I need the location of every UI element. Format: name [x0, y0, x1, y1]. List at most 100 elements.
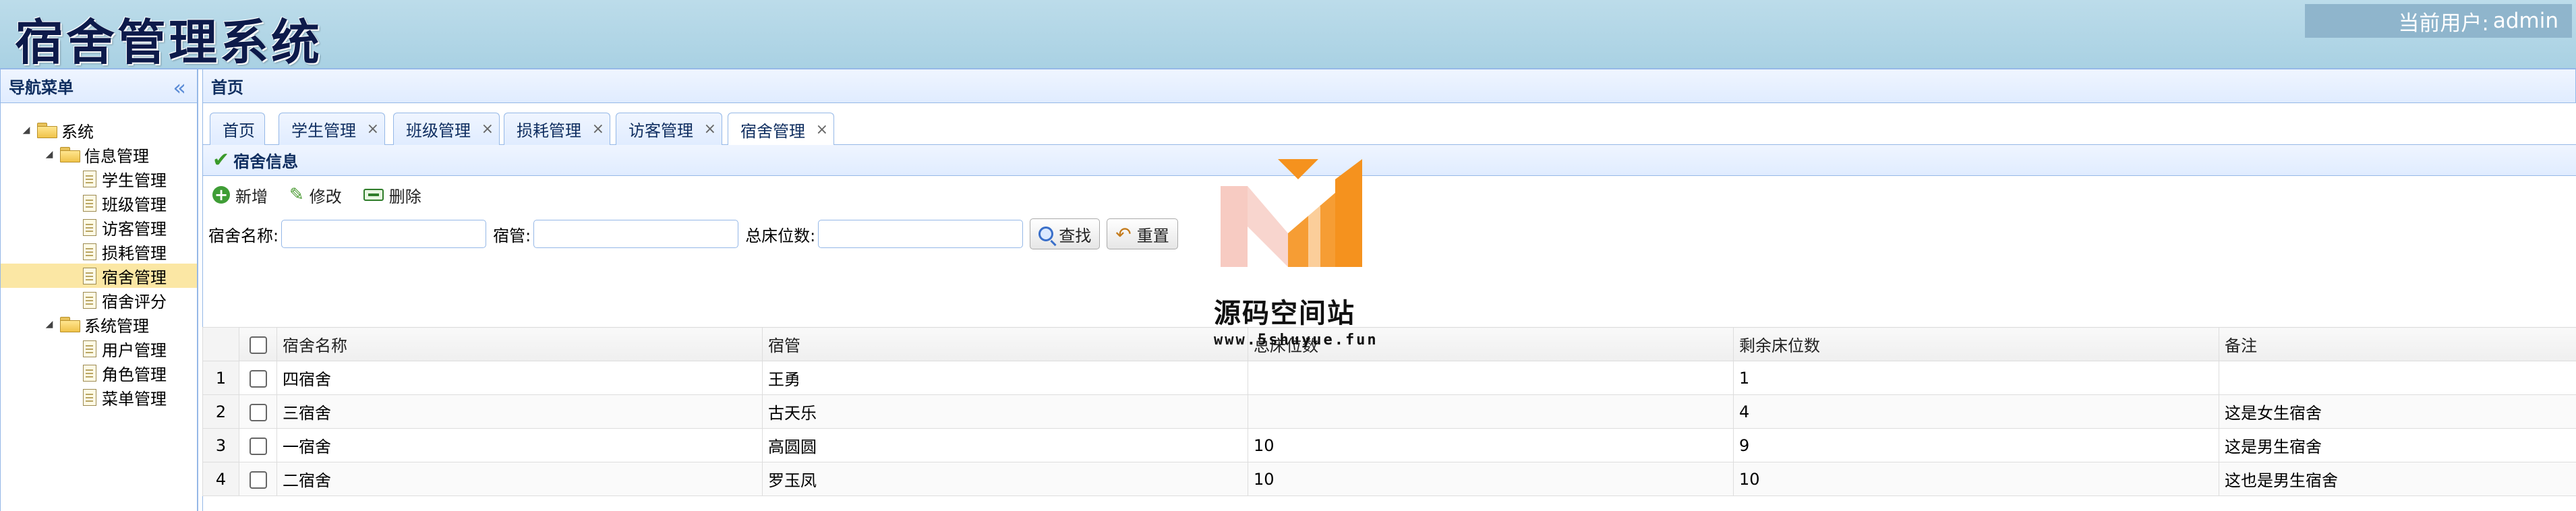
main-region-title: 首页: [211, 78, 243, 97]
cell-remaining-beds: 10: [1733, 462, 2219, 496]
tab-home[interactable]: 首页: [210, 113, 265, 145]
nav-tree-node[interactable]: ◢ 系统: [1, 118, 197, 142]
close-icon[interactable]: ×: [704, 121, 716, 138]
nav-tree-label: 用户管理: [102, 340, 167, 360]
file-icon: [83, 388, 96, 406]
table-header-row: 宿舍名称 宿管 总床位数 剩余床位数 备注: [202, 327, 2576, 361]
row-checkbox[interactable]: [239, 361, 277, 395]
nav-tree-node[interactable]: 角色管理: [1, 361, 197, 385]
nav-tree-node[interactable]: 宿舍管理: [1, 264, 197, 288]
tab-page[interactable]: 学生管理 ×: [279, 113, 385, 145]
select-all-checkbox[interactable]: [239, 327, 277, 361]
manager-label: 宿管:: [493, 226, 531, 245]
cell-remaining-beds: 1: [1733, 361, 2219, 395]
nav-tree-label: 访客管理: [102, 219, 167, 239]
close-icon[interactable]: ×: [592, 121, 604, 138]
nav-tree-node[interactable]: ◢ 信息管理: [1, 142, 197, 167]
checkbox[interactable]: [249, 369, 267, 388]
checkbox[interactable]: [249, 471, 267, 489]
search-button[interactable]: 查找: [1030, 218, 1101, 249]
nav-tree-node[interactable]: ◢ 系统管理: [1, 312, 197, 336]
folder-icon: [60, 147, 80, 162]
file-icon: [83, 194, 96, 212]
tab-label: 宿舍管理: [740, 121, 805, 141]
edit-button-label: 修改: [309, 187, 342, 206]
tab-page[interactable]: 班级管理 ×: [393, 113, 500, 145]
nav-tree-node[interactable]: 宿舍评分: [1, 288, 197, 312]
cell-dorm-name: 三宿舍: [276, 394, 763, 429]
total-beds-input[interactable]: [818, 220, 1024, 248]
row-number: 2: [202, 394, 239, 429]
nav-tree-label: 宿舍管理: [102, 268, 167, 287]
pencil-icon: ✎: [289, 185, 304, 205]
close-icon[interactable]: ×: [816, 121, 828, 138]
search-form: 宿舍名称: 宿管: 总床位数: 查找 ↶ 重置: [203, 214, 2576, 254]
expand-toggle-icon[interactable]: ◢: [21, 125, 32, 136]
cell-total-beds: 10: [1248, 462, 1734, 496]
checkbox[interactable]: [249, 437, 267, 455]
cell-note: [2219, 361, 2576, 395]
tab-page[interactable]: 访客管理 ×: [616, 113, 722, 145]
tab-label: 损耗管理: [517, 121, 581, 140]
nav-tree-node[interactable]: 损耗管理: [1, 239, 197, 264]
row-checkbox[interactable]: [239, 394, 277, 429]
cell-note: 这是男生宿舍: [2219, 428, 2576, 462]
remove-icon: [363, 189, 384, 201]
cell-total-beds: [1248, 361, 1734, 395]
tab-page[interactable]: 损耗管理 ×: [504, 113, 610, 145]
dorm-panel-title: 宿舍信息: [233, 152, 299, 171]
dorm-name-input[interactable]: [281, 220, 487, 248]
table-row[interactable]: 2 三宿舍 古天乐 4 这是女生宿舍: [202, 394, 2576, 429]
expand-toggle-icon[interactable]: ◢: [44, 319, 55, 330]
nav-tree-node[interactable]: 菜单管理: [1, 385, 197, 409]
nav-panel-title: 导航菜单: [9, 78, 74, 97]
dorm-panel-header: ✔ 宿舍信息: [203, 145, 2576, 176]
main-region-header: 首页: [202, 69, 2576, 103]
delete-button[interactable]: 删除: [363, 183, 421, 207]
checkbox[interactable]: [249, 336, 267, 354]
reset-button-label: 重置: [1136, 226, 1169, 245]
watermark-title: 源码空间站: [1214, 298, 1355, 329]
file-icon: [83, 218, 96, 236]
nav-tree-node[interactable]: 访客管理: [1, 215, 197, 239]
collapse-left-icon[interactable]: «: [173, 75, 186, 100]
tab-page[interactable]: 宿舍管理 ×: [728, 113, 834, 146]
add-button[interactable]: + 新增: [212, 183, 268, 207]
nav-tree-node[interactable]: 学生管理: [1, 167, 197, 191]
nav-tree: ◢ 系统 ◢ 信息管理 学生管理 班级管理访客管理 损耗管理宿舍管理 宿舍评分 ◢ 系统管理用户管…: [1, 103, 197, 409]
reset-button[interactable]: ↶ 重置: [1107, 218, 1178, 249]
cell-dorm-name: 二宿舍: [276, 462, 763, 496]
nav-tree-node[interactable]: 用户管理: [1, 336, 197, 361]
checkbox[interactable]: [249, 403, 267, 421]
close-icon[interactable]: ×: [481, 121, 494, 138]
main-region: 首页 首页 学生管理 × 班级管理 × 损耗管理 × 访客管理 × 宿舍管理 × ✔ 宿舍信息 + …: [202, 69, 2576, 511]
current-user-label: 当前用户:: [2398, 11, 2489, 36]
row-checkbox[interactable]: [239, 428, 277, 462]
table-row[interactable]: 3 一宿舍 高圆圆 10 9 这是男生宿舍: [202, 428, 2576, 462]
watermark-url: www.5shuyue.fun: [1214, 332, 1378, 349]
row-number-header: [202, 327, 239, 361]
edit-button[interactable]: ✎ 修改: [289, 183, 342, 207]
table-row[interactable]: 1 四宿舍 王勇 1: [202, 361, 2576, 395]
file-icon: [83, 340, 96, 357]
cell-manager: 王勇: [762, 361, 1248, 395]
close-icon[interactable]: ×: [367, 121, 379, 138]
column-header-remaining-beds[interactable]: 剩余床位数: [1733, 327, 2219, 361]
app-header: 宿舍管理系统 当前用户: admin: [0, 0, 2576, 71]
nav-tree-node[interactable]: 班级管理: [1, 191, 197, 215]
column-header-note[interactable]: 备注: [2219, 327, 2576, 361]
table-row[interactable]: 4 二宿舍 罗玉凤 10 10 这也是男生宿舍: [202, 462, 2576, 496]
nav-panel: 导航菜单 « ◢ 系统 ◢ 信息管理 学生管理 班级管理 访客管理 损耗管理 宿舍管理 宿舍评分 ◢…: [0, 69, 198, 511]
row-checkbox[interactable]: [239, 462, 277, 496]
column-header-manager[interactable]: 宿管: [762, 327, 1248, 361]
expand-toggle-icon[interactable]: ◢: [44, 149, 55, 160]
column-header-dorm-name[interactable]: 宿舍名称: [276, 327, 763, 361]
manager-input[interactable]: [533, 220, 739, 248]
search-icon: [1038, 227, 1054, 241]
cell-note: 这也是男生宿舍: [2219, 462, 2576, 496]
tab-label: 学生管理: [291, 121, 356, 140]
nav-tree-label: 系统管理: [84, 316, 149, 336]
tab-bar: 首页 学生管理 × 班级管理 × 损耗管理 × 访客管理 × 宿舍管理 ×: [202, 103, 2576, 146]
delete-button-label: 删除: [388, 187, 421, 206]
cell-manager: 高圆圆: [762, 428, 1248, 462]
